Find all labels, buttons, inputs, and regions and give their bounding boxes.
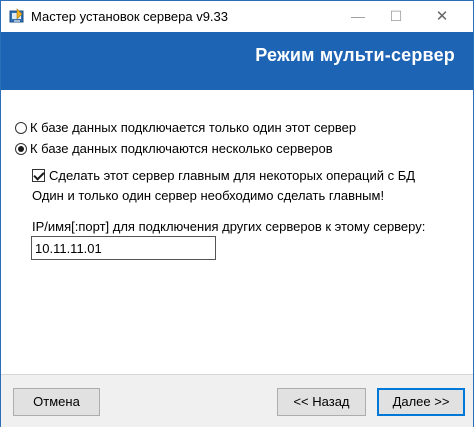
next-button[interactable]: Далее >>: [377, 388, 465, 416]
radio-single-server[interactable]: К базе данных подключается только один э…: [15, 120, 356, 135]
radio-single-label: К базе данных подключается только один э…: [30, 120, 357, 135]
installer-icon: [9, 8, 24, 23]
radio-single-circle[interactable]: [15, 121, 27, 134]
maximize-button[interactable]: ☐: [373, 1, 419, 32]
main-server-checkbox[interactable]: [32, 169, 45, 182]
address-input[interactable]: [31, 236, 216, 260]
close-icon: ✕: [435, 8, 449, 25]
minimize-icon: —: [351, 8, 365, 24]
button-bar: Отмена << Назад Далее >>: [1, 374, 473, 427]
address-label: IP/имя[:порт] для подключения других сер…: [32, 219, 426, 234]
main-server-note: Один и только один сервер необходимо сде…: [32, 188, 385, 203]
cancel-button[interactable]: Отмена: [13, 388, 100, 416]
back-button[interactable]: << Назад: [277, 388, 366, 416]
title-bar[interactable]: Мастер установок сервера v9.33 — ☐ ✕: [1, 1, 473, 32]
radio-multi-circle[interactable]: [15, 142, 27, 155]
close-button[interactable]: ✕: [419, 1, 465, 32]
radio-multi-server[interactable]: К базе данных подключаются несколько сер…: [15, 141, 333, 156]
installer-window: Мастер установок сервера v9.33 — ☐ ✕ Реж…: [0, 0, 474, 427]
page-title: Режим мульти-сервер: [255, 45, 455, 65]
header-banner: Режим мульти-сервер: [1, 32, 473, 90]
radio-multi-label: К базе данных подключаются несколько сер…: [30, 141, 333, 156]
checkbox-main-server[interactable]: Сделать этот сервер главным для некоторы…: [32, 168, 415, 183]
checkbox-main-label: Сделать этот сервер главным для некоторы…: [49, 168, 416, 183]
maximize-icon: ☐: [389, 8, 403, 24]
content-panel: К базе данных подключается только один э…: [1, 90, 473, 374]
window-title: Мастер установок сервера v9.33: [31, 9, 228, 24]
